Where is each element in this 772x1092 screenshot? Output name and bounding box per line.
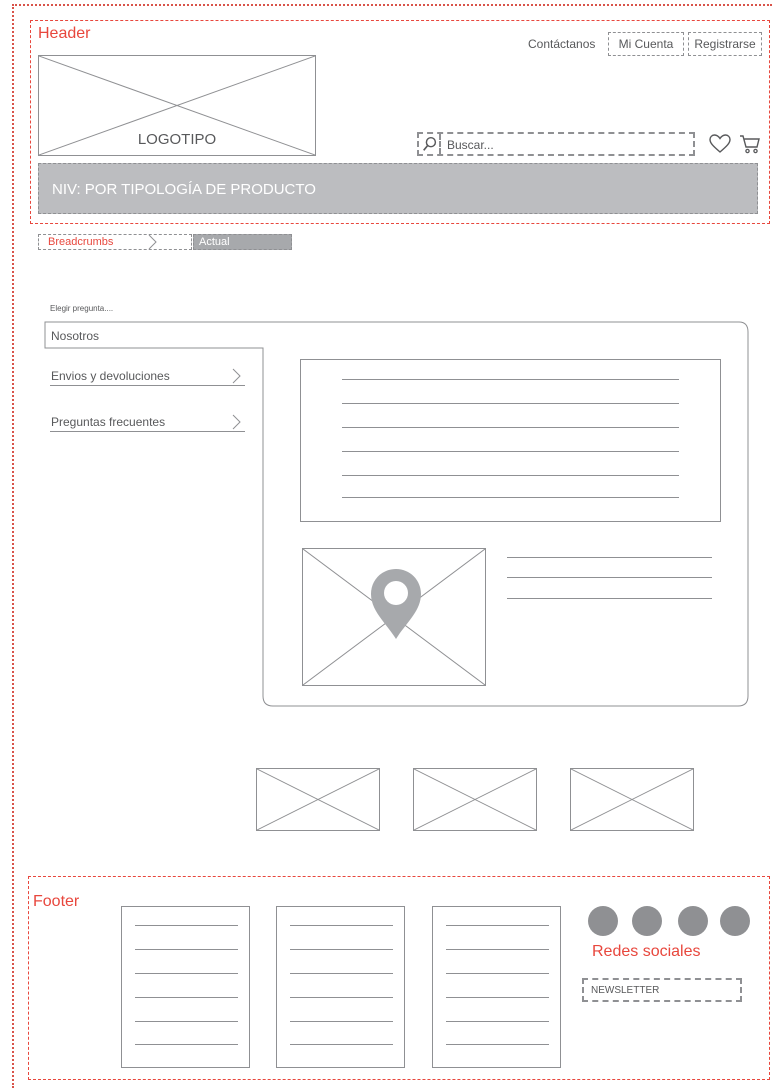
footer-column xyxy=(432,906,561,1068)
footer-link-line[interactable] xyxy=(135,1021,238,1022)
footer-link-line[interactable] xyxy=(135,949,238,950)
footer-link-line[interactable] xyxy=(290,1021,393,1022)
text-line xyxy=(342,475,679,476)
text-block-placeholder xyxy=(300,359,721,522)
footer-link-line[interactable] xyxy=(290,925,393,926)
footer-section-label: Footer xyxy=(33,893,80,910)
category-nav-text[interactable]: NIV: POR TIPOLOGÍA DE PRODUCTO xyxy=(52,181,316,198)
social-icon[interactable] xyxy=(678,906,708,936)
logo[interactable]: LOGOTIPO xyxy=(38,55,316,156)
logo-text: LOGOTIPO xyxy=(137,131,217,148)
newsletter-input[interactable]: NEWSLETTER xyxy=(582,978,742,1002)
map-pin-icon xyxy=(371,569,421,639)
image-placeholder[interactable] xyxy=(256,768,380,831)
social-icon[interactable] xyxy=(632,906,662,936)
social-label: Redes sociales xyxy=(592,943,701,960)
footer-column xyxy=(121,906,250,1068)
menu-item-label[interactable]: Envios y devoluciones xyxy=(51,369,170,383)
footer-link-line[interactable] xyxy=(446,925,549,926)
my-account-button[interactable]: Mi Cuenta xyxy=(608,32,684,56)
category-nav-bar[interactable]: NIV: POR TIPOLOGÍA DE PRODUCTO xyxy=(38,163,758,214)
footer-link-line[interactable] xyxy=(446,1044,549,1045)
newsletter-label[interactable]: NEWSLETTER xyxy=(591,985,659,996)
heart-icon[interactable] xyxy=(709,134,731,154)
footer-link-line[interactable] xyxy=(290,1044,393,1045)
footer-link-line[interactable] xyxy=(290,973,393,974)
text-line xyxy=(342,427,679,428)
menu-item-label[interactable]: Preguntas frecuentes xyxy=(51,415,165,429)
contact-link[interactable]: Contáctanos xyxy=(528,37,595,51)
chevron-right-icon xyxy=(232,368,241,384)
footer-link-line[interactable] xyxy=(446,949,549,950)
menu-item-faq[interactable]: Preguntas frecuentes xyxy=(50,412,245,432)
search-box[interactable]: Buscar... xyxy=(417,132,695,156)
text-line xyxy=(342,403,679,404)
tab-nosotros[interactable]: Nosotros xyxy=(51,329,99,343)
cart-icon[interactable] xyxy=(739,133,761,155)
footer-link-line[interactable] xyxy=(290,997,393,998)
address-line xyxy=(507,577,712,578)
social-icon[interactable] xyxy=(588,906,618,936)
register-button[interactable]: Registrarse xyxy=(688,32,762,56)
breadcrumb-current-label: Actual xyxy=(199,236,230,248)
footer-link-line[interactable] xyxy=(135,1044,238,1045)
footer-link-line[interactable] xyxy=(135,997,238,998)
address-line xyxy=(507,598,712,599)
search-input[interactable]: Buscar... xyxy=(447,138,494,152)
breadcrumb-link[interactable]: Breadcrumbs xyxy=(48,236,113,248)
breadcrumb: Breadcrumbs xyxy=(38,234,192,250)
image-placeholder[interactable] xyxy=(570,768,694,831)
footer-link-line[interactable] xyxy=(446,997,549,998)
breadcrumb-current: Actual xyxy=(193,234,292,250)
text-line xyxy=(342,451,679,452)
chevron-right-icon xyxy=(232,414,241,430)
footer-column xyxy=(276,906,405,1068)
question-label: Elegir pregunta.... xyxy=(50,304,114,313)
text-line xyxy=(342,379,679,380)
footer-link-line[interactable] xyxy=(446,973,549,974)
footer-link-line[interactable] xyxy=(135,925,238,926)
address-line xyxy=(507,557,712,558)
image-placeholder[interactable] xyxy=(413,768,537,831)
chevron-right-icon xyxy=(148,234,157,250)
menu-item-shipping[interactable]: Envios y devoluciones xyxy=(50,366,245,386)
footer-link-line[interactable] xyxy=(290,949,393,950)
header-section-label: Header xyxy=(38,25,91,42)
social-icon[interactable] xyxy=(720,906,750,936)
search-icon[interactable] xyxy=(419,134,441,154)
text-line xyxy=(342,497,679,498)
map-placeholder[interactable] xyxy=(302,548,486,686)
footer-link-line[interactable] xyxy=(446,1021,549,1022)
footer-link-line[interactable] xyxy=(135,973,238,974)
